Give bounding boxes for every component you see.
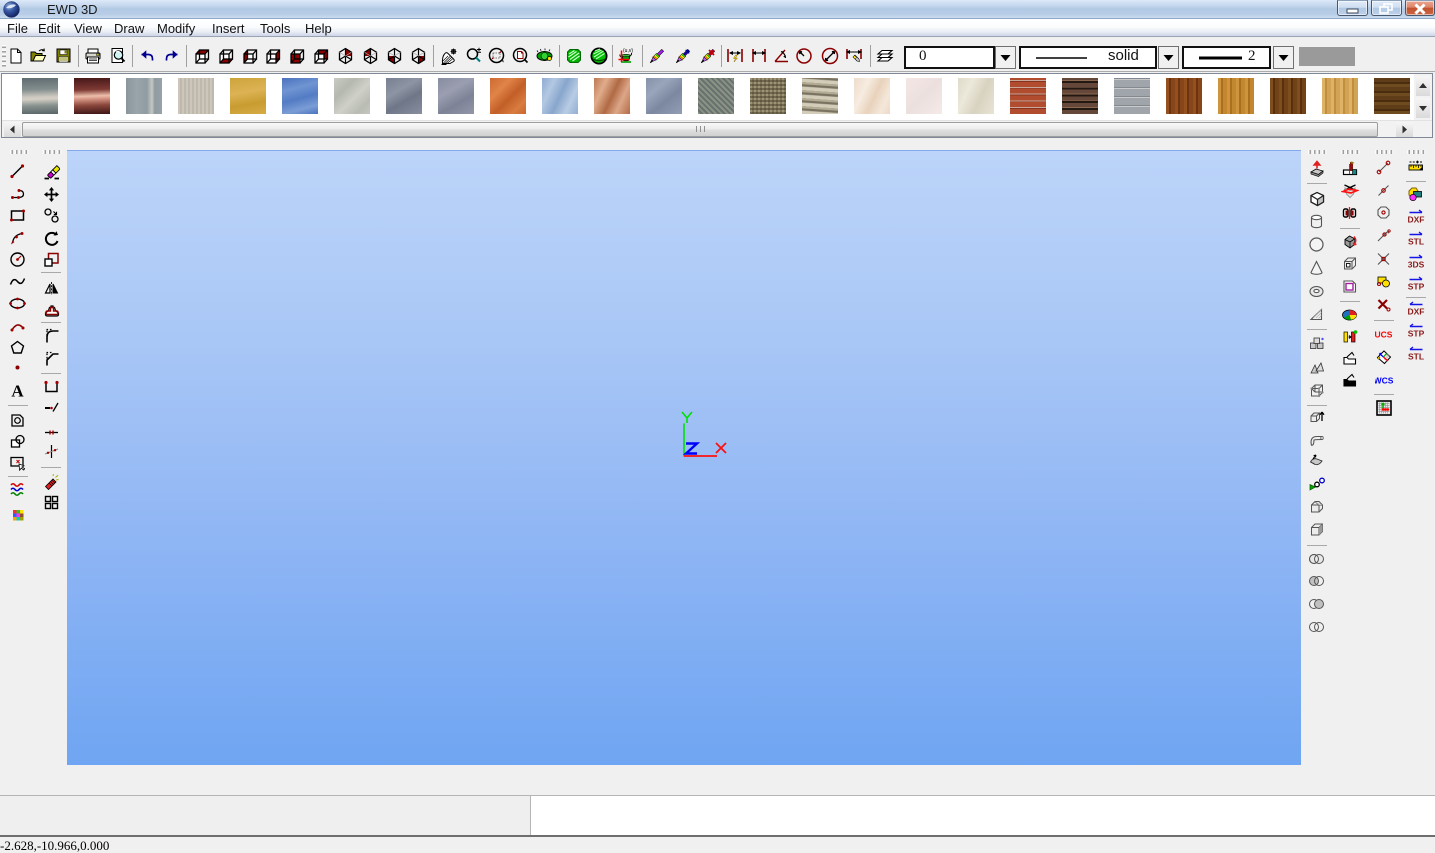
svg-text:UCS: UCS: [1375, 329, 1393, 339]
svg-text:WCS: WCS: [1375, 375, 1393, 385]
svg-text:3DS: 3DS: [1407, 259, 1424, 269]
svg-text:STL: STL: [1407, 351, 1423, 361]
svg-text:STL: STL: [1407, 237, 1423, 247]
svg-text:DXF: DXF: [1407, 214, 1424, 224]
svg-text:DXF: DXF: [1407, 307, 1424, 317]
svg-text:A: A: [11, 382, 24, 400]
svg-text:STP: STP: [1407, 282, 1424, 292]
svg-text:STP: STP: [1407, 329, 1424, 339]
